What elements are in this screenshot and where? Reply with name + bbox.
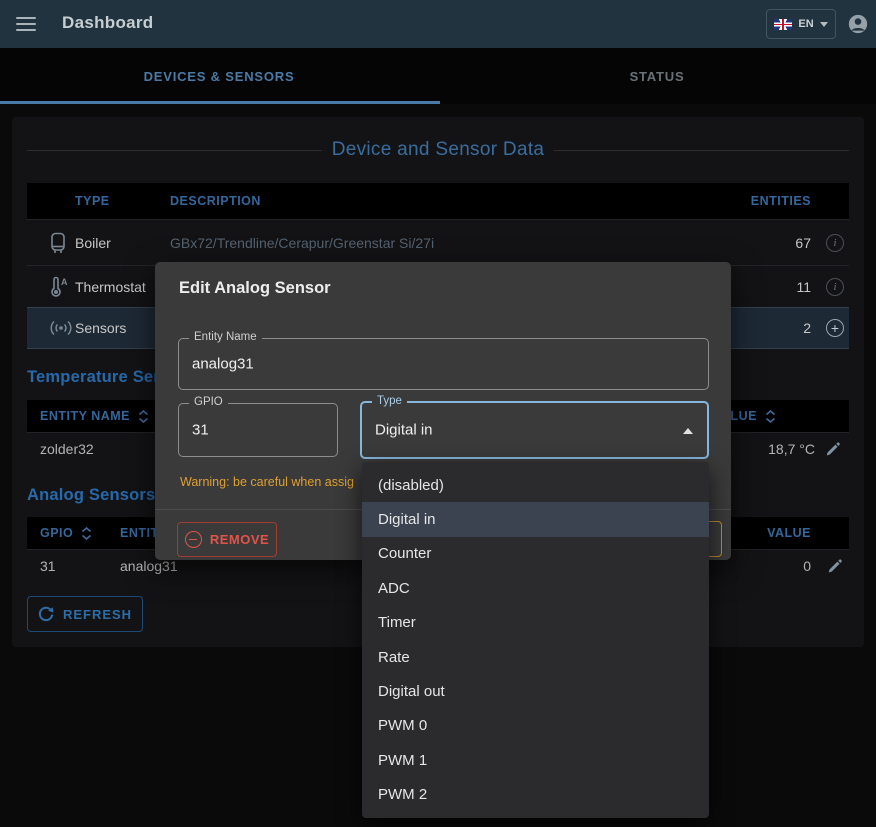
active-tab-indicator (0, 101, 440, 104)
sensor-gpio: 31 (40, 558, 120, 574)
dialog-title: Edit Analog Sensor (179, 279, 331, 298)
option-disabled[interactable]: (disabled) (362, 468, 709, 502)
gpio-value: 31 (192, 422, 209, 439)
language-selector[interactable]: EN (766, 9, 836, 39)
option-adc[interactable]: ADC (362, 571, 709, 605)
info-icon[interactable]: i (826, 278, 844, 296)
header-type: TYPE (75, 194, 170, 208)
entity-name-value: analog31 (192, 356, 254, 373)
analog-section-title: Analog Sensors (27, 486, 155, 505)
device-entities-count: 67 (711, 235, 821, 251)
sort-icon[interactable] (765, 410, 776, 423)
option-digital-in[interactable]: Digital in (362, 502, 709, 536)
table-row-boiler: Boiler GBx72/Trendline/Cerapur/Greenstar… (27, 219, 849, 265)
header-entities: ENTITIES (711, 194, 821, 208)
chevron-up-icon (683, 428, 693, 434)
info-icon[interactable]: i (826, 234, 844, 252)
sort-icon[interactable] (138, 410, 149, 423)
device-table-header: TYPE DESCRIPTION ENTITIES (27, 183, 849, 219)
chevron-down-icon (820, 22, 828, 27)
option-pwm-0[interactable]: PWM 0 (362, 709, 709, 743)
add-icon[interactable]: + (826, 319, 844, 337)
remove-button[interactable]: REMOVE (177, 522, 277, 557)
section-title-row: Device and Sensor Data (27, 139, 849, 161)
thermostat-icon: A (48, 276, 75, 298)
tab-status[interactable]: STATUS (438, 48, 876, 104)
type-label: Type (372, 395, 407, 407)
tab-devices-sensors[interactable]: DEVICES & SENSORS (0, 48, 438, 104)
entity-name-label: Entity Name (189, 331, 262, 343)
boiler-icon (48, 232, 75, 254)
tab-bar: DEVICES & SENSORS STATUS (0, 48, 876, 104)
device-description: GBx72/Trendline/Cerapur/Greenstar Si/27i (170, 235, 711, 251)
option-rate[interactable]: Rate (362, 640, 709, 674)
option-timer[interactable]: Timer (362, 606, 709, 640)
gpio-label: GPIO (189, 396, 228, 408)
uk-flag-icon (774, 19, 792, 30)
sort-icon[interactable] (81, 527, 92, 540)
header-gpio[interactable]: GPIO (40, 526, 120, 540)
section-title: Device and Sensor Data (332, 139, 545, 161)
option-counter[interactable]: Counter (362, 537, 709, 571)
language-label: EN (798, 18, 813, 30)
type-select[interactable]: Type Digital in (360, 401, 709, 459)
account-icon[interactable] (847, 13, 869, 35)
broadcast-icon (48, 320, 75, 336)
refresh-button[interactable]: REFRESH (27, 596, 143, 632)
app-bar: Dashboard EN (0, 0, 876, 48)
page-title: Dashboard (62, 13, 154, 33)
warning-text: Warning: be careful when assig (180, 475, 354, 489)
option-pwm-1[interactable]: PWM 1 (362, 743, 709, 777)
type-dropdown-menu: (disabled) Digital in Counter ADC Timer … (362, 462, 709, 818)
edit-icon[interactable] (815, 442, 849, 457)
edit-icon[interactable] (819, 559, 849, 574)
header-description: DESCRIPTION (170, 194, 711, 208)
entity-name-field[interactable]: Entity Name analog31 (178, 338, 709, 390)
minus-circle-icon (185, 531, 202, 548)
device-type: Boiler (75, 235, 170, 251)
gpio-field[interactable]: GPIO 31 (178, 403, 338, 457)
option-pwm-2[interactable]: PWM 2 (362, 778, 709, 812)
option-digital-out[interactable]: Digital out (362, 674, 709, 708)
svg-text:A: A (61, 277, 68, 287)
menu-icon[interactable] (16, 17, 36, 31)
type-value: Digital in (375, 422, 433, 439)
refresh-icon (38, 606, 54, 622)
